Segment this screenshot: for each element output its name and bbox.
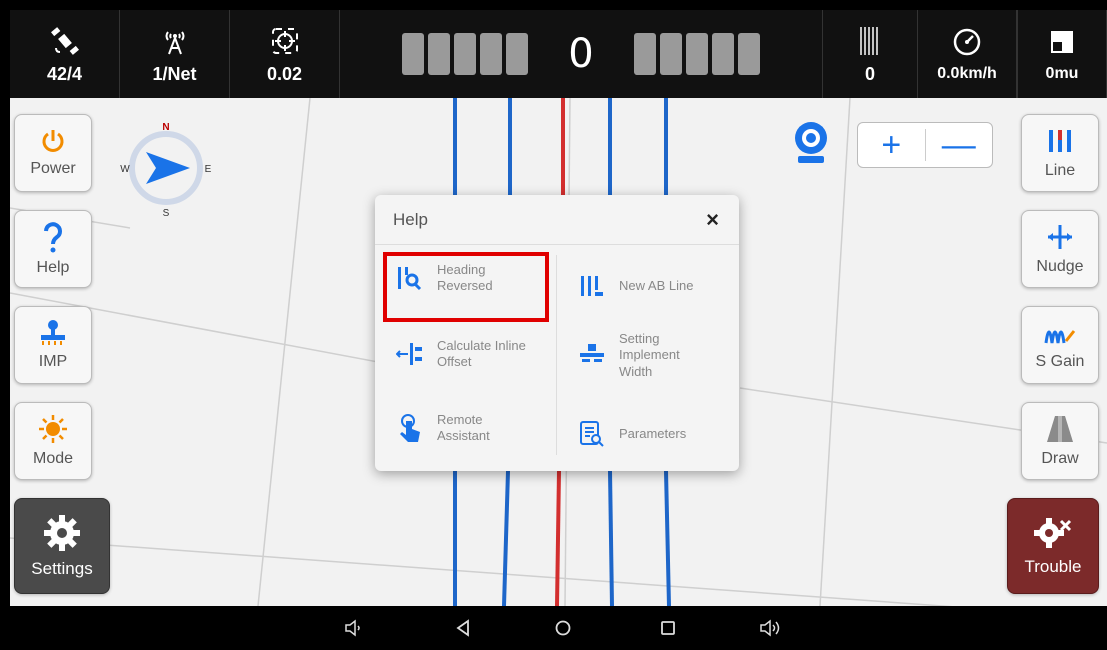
compass: N E S W — [118, 120, 214, 219]
zoom-out-button[interactable]: — — [926, 123, 993, 167]
new-ab-line-item[interactable]: New AB Line — [575, 269, 693, 303]
power-button[interactable]: Power — [14, 114, 92, 192]
area-value: 0mu — [1045, 65, 1079, 82]
implement-width-icon — [575, 338, 609, 372]
draw-label: Draw — [1041, 450, 1079, 467]
trouble-icon — [1034, 518, 1072, 548]
nudge-button[interactable]: Nudge — [1021, 210, 1099, 288]
calculate-inline-offset-item[interactable]: Calculate Inline Offset — [393, 337, 537, 371]
locate-button[interactable] — [788, 118, 834, 168]
gear-icon — [44, 515, 80, 551]
volume-up-icon[interactable] — [753, 614, 787, 642]
nudge-icon — [1048, 225, 1072, 249]
draw-button[interactable]: Draw — [1021, 402, 1099, 480]
zoom-control: + — — [857, 122, 993, 168]
compass-n: N — [162, 122, 169, 133]
volume-down-icon[interactable] — [337, 614, 371, 642]
back-icon[interactable] — [446, 614, 480, 642]
satellite-icon — [50, 24, 80, 58]
remote-assistant-item[interactable]: Remote Assistant — [393, 411, 517, 445]
implement-icon — [41, 320, 65, 345]
help-dialog: Help × Heading Reversed New AB Line Calc… — [375, 195, 739, 471]
trouble-button[interactable]: Trouble — [1007, 498, 1099, 594]
imp-button[interactable]: IMP — [14, 306, 92, 384]
inline-offset-icon — [393, 337, 427, 371]
area-icon — [1049, 25, 1075, 59]
parameters-icon — [575, 417, 609, 451]
parameters-label: Parameters — [619, 425, 687, 441]
android-nav-bar — [0, 606, 1107, 650]
selection-highlight — [383, 252, 549, 322]
mode-label: Mode — [32, 450, 74, 467]
setting-implement-width-label: Setting Implement Width — [619, 331, 680, 379]
draw-icon — [1047, 416, 1073, 442]
deviation-indicator: 0 — [340, 10, 822, 98]
setting-implement-width-item[interactable]: Setting Implement Width — [575, 331, 689, 380]
mode-button[interactable]: Mode — [14, 402, 92, 480]
status-bar: 42/4 1/Net 0.02 0 0 0.0km/h 0mu — [10, 10, 1107, 98]
sun-icon — [39, 415, 67, 443]
satellite-count: 42/4 — [46, 63, 83, 84]
row-count: 0 — [864, 63, 875, 84]
compass-w: W — [120, 164, 130, 175]
parameters-item[interactable]: Parameters — [575, 417, 686, 451]
antenna-icon — [160, 24, 190, 58]
area-status: 0mu — [1017, 10, 1107, 98]
compass-s: S — [163, 208, 170, 216]
deviation-bars-left — [402, 33, 528, 75]
settings-label: Settings — [31, 559, 93, 578]
new-ab-line-label: New AB Line — [619, 277, 694, 293]
power-label: Power — [30, 160, 76, 177]
satellite-status: 42/4 — [10, 10, 120, 98]
compass-e: E — [205, 164, 212, 175]
webcam-icon — [795, 122, 827, 163]
power-icon — [42, 130, 64, 152]
row-count-status: 0 — [822, 10, 917, 98]
calculate-inline-offset-label: Calculate Inline Offset — [437, 337, 526, 369]
speed-status: 0.0km/h — [917, 10, 1017, 98]
gain-icon — [1044, 330, 1076, 344]
line-label: Line — [1044, 162, 1076, 179]
help-label: Help — [36, 259, 70, 276]
network-status: 1/Net — [120, 10, 230, 98]
network-mode: 1/Net — [152, 63, 197, 84]
recents-icon[interactable] — [651, 614, 685, 642]
s-gain-label: S Gain — [1035, 353, 1085, 370]
deviation-bars-right — [634, 33, 760, 75]
trouble-label: Trouble — [1024, 557, 1082, 576]
ab-line-icon — [575, 269, 609, 303]
nudge-label: Nudge — [1036, 258, 1084, 275]
remote-assistant-label: Remote Assistant — [437, 411, 490, 443]
speedometer-icon — [952, 25, 982, 59]
rows-icon — [857, 24, 883, 58]
accuracy-status: 0.02 — [230, 10, 340, 98]
help-icon — [44, 222, 62, 253]
s-gain-button[interactable]: S Gain — [1021, 306, 1099, 384]
deviation-value: 0 — [568, 31, 594, 77]
imp-label: IMP — [38, 353, 68, 370]
line-icon — [1049, 130, 1071, 152]
zoom-in-button[interactable]: + — [858, 123, 925, 167]
home-icon[interactable] — [546, 614, 580, 642]
dialog-title: Help — [393, 209, 428, 229]
remote-assistant-icon — [393, 411, 427, 445]
dialog-header: Help × — [375, 195, 739, 245]
settings-button[interactable]: Settings — [14, 498, 110, 594]
target-icon — [270, 24, 300, 58]
accuracy-value: 0.02 — [266, 63, 303, 84]
speed-value: 0.0km/h — [937, 65, 997, 82]
close-icon[interactable]: × — [706, 207, 719, 233]
line-button[interactable]: Line — [1021, 114, 1099, 192]
help-button[interactable]: Help — [14, 210, 92, 288]
